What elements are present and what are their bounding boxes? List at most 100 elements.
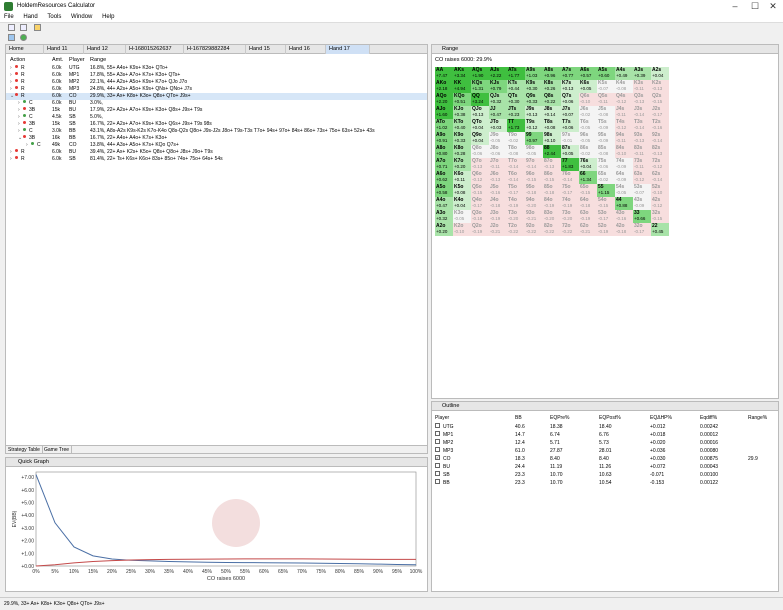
strategy-row[interactable]: › C 6.0k BU 3.0%, xyxy=(6,100,427,107)
range-cell[interactable]: K7o +0.20 xyxy=(453,158,471,171)
col-eqdiffhand[interactable]: Eqdiff% xyxy=(700,415,717,421)
range-cell[interactable]: Q7o -0.13 xyxy=(471,158,489,171)
range-cell[interactable]: 42s -0.12 xyxy=(651,197,669,210)
strategy-row[interactable]: › R 6.0k MP2 22.1%, 44+ A2s+ A5o+ K9s+ K7o+ … xyxy=(6,79,427,86)
range-cell[interactable]: 43s -0.09 xyxy=(633,197,651,210)
range-cell[interactable]: 99 +0.97 xyxy=(525,132,543,145)
range-cell[interactable]: 74o -0.19 xyxy=(561,197,579,210)
range-cell[interactable]: Q5o -0.15 xyxy=(471,184,489,197)
expand-toggle-icon[interactable]: › xyxy=(10,156,12,163)
range-cell[interactable]: 88 +2.44 xyxy=(543,145,561,158)
range-cell[interactable]: J8o -0.06 xyxy=(489,145,507,158)
col-action[interactable]: Action xyxy=(10,57,25,63)
range-cell[interactable]: T6s -0.05 xyxy=(579,119,597,132)
range-cell[interactable]: J3s -0.14 xyxy=(633,106,651,119)
range-cell[interactable]: AA +7.47 xyxy=(435,67,453,80)
col-range[interactable]: Range% xyxy=(748,415,767,421)
range-cell[interactable]: 95o -0.18 xyxy=(525,184,543,197)
range-cell[interactable]: 95s -0.09 xyxy=(597,132,615,145)
range-cell[interactable]: Q8s +0.22 xyxy=(543,93,561,106)
range-cell[interactable]: QQ +3.24 xyxy=(471,93,489,106)
range-cell[interactable]: 84o -0.19 xyxy=(543,197,561,210)
range-cell[interactable]: 54s -0.05 xyxy=(615,184,633,197)
range-cell[interactable]: J6o -0.13 xyxy=(489,171,507,184)
range-cell[interactable]: K4o +0.04 xyxy=(453,197,471,210)
outline-row[interactable]: SB 23.3 10.70 10.63 -0.071 0.00100 xyxy=(432,471,778,479)
range-cell[interactable]: Q9s +0.33 xyxy=(525,93,543,106)
range-cell[interactable]: 74s -0.09 xyxy=(615,158,633,171)
range-cell[interactable]: 22 +0.45 xyxy=(651,223,669,236)
tab-hand-h168[interactable]: H-168015262637 xyxy=(126,45,184,54)
range-cell[interactable]: K9s +0.30 xyxy=(525,80,543,93)
range-cell[interactable]: Q6o -0.12 xyxy=(471,171,489,184)
strategy-row[interactable]: › R 6.0k MP1 17.8%, 55+ A3s+ A7o+ K7s+ K3o+ … xyxy=(6,72,427,79)
range-cell[interactable]: 62s -0.14 xyxy=(651,171,669,184)
range-cell[interactable]: T3s -0.14 xyxy=(633,119,651,132)
range-cell[interactable]: T5o -0.17 xyxy=(507,184,525,197)
range-cell[interactable]: 54o -0.15 xyxy=(597,197,615,210)
range-cell[interactable]: QJs +0.32 xyxy=(489,93,507,106)
range-cell[interactable]: AQs +1.90 xyxy=(471,67,489,80)
range-cell[interactable]: 94s -0.11 xyxy=(615,132,633,145)
range-cell[interactable]: J9o -0.05 xyxy=(489,132,507,145)
range-cell[interactable]: 98o -0.05 xyxy=(525,145,543,158)
player-checkbox[interactable] xyxy=(435,471,440,476)
col-eqpre[interactable]: EQPre% xyxy=(550,415,569,421)
range-cell[interactable]: 42o -0.18 xyxy=(615,223,633,236)
range-cell[interactable]: 82s -0.13 xyxy=(651,145,669,158)
minimize-button[interactable]: – xyxy=(725,1,745,12)
range-cell[interactable]: 62o -0.21 xyxy=(579,223,597,236)
player-checkbox[interactable] xyxy=(435,431,440,436)
col-amount[interactable]: Amt. xyxy=(52,57,63,63)
range-cell[interactable]: T4s -0.12 xyxy=(615,119,633,132)
col-player[interactable]: Player xyxy=(435,415,449,421)
range-cell[interactable]: AQo +2.20 xyxy=(435,93,453,106)
range-cell[interactable]: KK +4.94 xyxy=(453,80,471,93)
range-cell[interactable]: JTo +0.03 xyxy=(489,119,507,132)
expand-toggle-icon[interactable]: › xyxy=(10,72,12,79)
range-cell[interactable]: A7s +0.77 xyxy=(561,67,579,80)
range-cell[interactable]: Q3o -0.18 xyxy=(471,210,489,223)
expand-toggle-icon[interactable]: › xyxy=(18,121,20,128)
range-cell[interactable]: 86o -0.15 xyxy=(543,171,561,184)
menu-window[interactable]: Window xyxy=(67,13,96,21)
range-cell[interactable]: A6s +0.57 xyxy=(579,67,597,80)
strategy-row[interactable]: ⌄ R 6.0k CO 29.9%, 33+ Ax+ K8s+ K3o+ Q8s+ QT… xyxy=(6,93,427,100)
range-cell[interactable]: T4o -0.19 xyxy=(507,197,525,210)
player-checkbox[interactable] xyxy=(435,479,440,484)
range-cell[interactable]: 86s -0.02 xyxy=(579,145,597,158)
range-cell[interactable]: 85o -0.18 xyxy=(543,184,561,197)
range-cell[interactable]: JJ +0.47 xyxy=(489,106,507,119)
range-cell[interactable]: T5s -0.09 xyxy=(597,119,615,132)
range-cell[interactable]: AKo +2.18 xyxy=(435,80,453,93)
range-cell[interactable]: K8s +0.26 xyxy=(543,80,561,93)
strategy-row[interactable]: › R 6.0k SB 81.4%, 22+ Ts+ K6s+ K6o+ 83s+ 85… xyxy=(6,156,427,163)
range-cell[interactable]: 64o -0.18 xyxy=(579,197,597,210)
range-cell[interactable]: 92o -0.22 xyxy=(525,223,543,236)
expand-toggle-icon[interactable]: › xyxy=(18,128,20,135)
range-cell[interactable]: 32o -0.17 xyxy=(633,223,651,236)
range-cell[interactable]: Q3s -0.13 xyxy=(633,93,651,106)
player-checkbox[interactable] xyxy=(435,423,440,428)
range-cell[interactable]: J5o -0.16 xyxy=(489,184,507,197)
range-cell[interactable]: 63o -0.19 xyxy=(579,210,597,223)
range-cell[interactable]: 73s -0.11 xyxy=(633,158,651,171)
range-cell[interactable]: A2s +0.04 xyxy=(651,67,669,80)
range-cell[interactable]: 87s +0.05 xyxy=(561,145,579,158)
range-cell[interactable]: J2s -0.17 xyxy=(651,106,669,119)
range-cell[interactable]: 76s +0.04 xyxy=(579,158,597,171)
range-cell[interactable]: Q9o +0.04 xyxy=(471,132,489,145)
range-cell[interactable]: K5o +0.08 xyxy=(453,184,471,197)
range-cell[interactable]: 98s +0.10 xyxy=(543,132,561,145)
tab-hand-15[interactable]: Hand 15 xyxy=(246,45,286,54)
range-cell[interactable]: 87o -0.13 xyxy=(543,158,561,171)
col-range[interactable]: Range xyxy=(90,57,106,63)
tab-hand-h167[interactable]: H-167829882284 xyxy=(184,45,246,54)
range-cell[interactable]: T2s -0.16 xyxy=(651,119,669,132)
range-cell[interactable]: K2s -0.13 xyxy=(651,80,669,93)
range-cell[interactable]: Q5s -0.11 xyxy=(597,93,615,106)
range-cell[interactable]: T7o -0.14 xyxy=(507,158,525,171)
range-cell[interactable]: 72o -0.22 xyxy=(561,223,579,236)
range-cell[interactable]: A9o +0.91 xyxy=(435,132,453,145)
menu-file[interactable]: File xyxy=(0,13,18,21)
